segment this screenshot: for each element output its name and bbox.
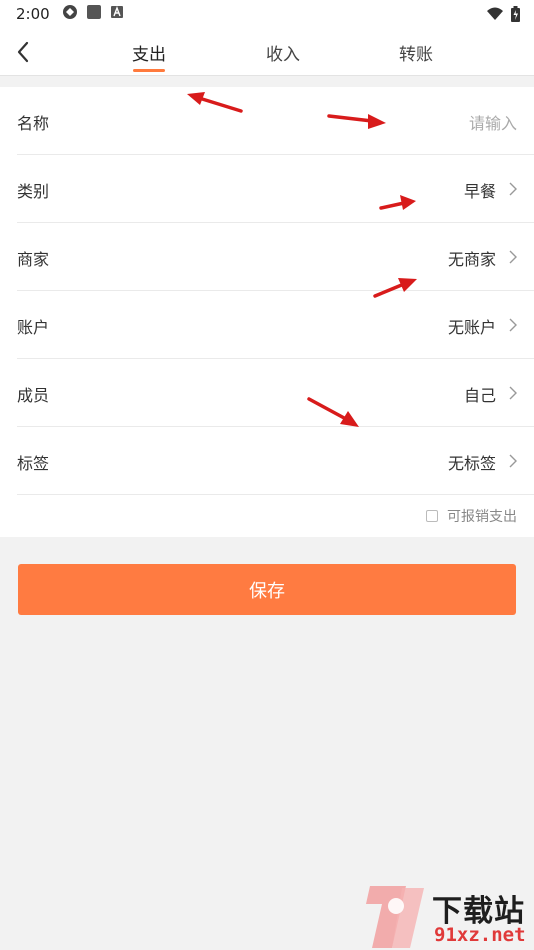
stop-square-icon (86, 4, 102, 24)
merchant-row[interactable]: 商家 无商家 (17, 223, 534, 291)
annotation-arrow-icon (307, 397, 359, 427)
annotation-arrow-icon (187, 92, 243, 113)
save-button[interactable]: 保存 (18, 564, 516, 615)
annotation-arrow-icon (379, 195, 416, 210)
category-row[interactable]: 类别 早餐 (17, 155, 534, 223)
battery-icon (511, 6, 520, 26)
name-input[interactable]: 请输入 (469, 110, 517, 134)
active-tab-indicator (133, 69, 165, 72)
chevron-right-icon (509, 386, 517, 400)
status-time: 2:00 (16, 5, 50, 23)
site-watermark: 下载站 91xz.net (362, 884, 534, 950)
tab-income[interactable]: 收入 (248, 40, 318, 65)
wifi-icon (487, 7, 503, 25)
name-label: 名称 (17, 114, 50, 133)
tab-transfer[interactable]: 转账 (381, 40, 451, 65)
chevron-right-icon (509, 182, 517, 196)
category-value: 早餐 (463, 182, 496, 201)
member-label: 成员 (17, 386, 50, 405)
tag-value: 无标签 (447, 454, 496, 473)
tab-transfer-label: 转账 (399, 45, 433, 65)
reimbursable-label: 可报销支出 (447, 509, 517, 525)
tag-row[interactable]: 标签 无标签 (17, 427, 534, 495)
tab-expense[interactable]: 支出 (114, 40, 184, 72)
name-row[interactable]: 名称 请输入 (17, 87, 534, 155)
merchant-value: 无商家 (447, 250, 496, 269)
chevron-right-icon (509, 250, 517, 264)
watermark-logo-icon (366, 886, 424, 948)
chevron-left-icon (17, 41, 29, 63)
reimbursable-toggle[interactable]: 可报销支出 (426, 506, 517, 526)
account-value: 无账户 (447, 318, 496, 337)
a-badge-icon (110, 5, 124, 23)
tab-expense-label: 支出 (132, 45, 166, 65)
tag-label: 标签 (17, 454, 50, 473)
tab-bar: 支出 收入 转账 (0, 28, 534, 76)
account-row[interactable]: 账户 无账户 (17, 291, 534, 359)
account-label: 账户 (17, 318, 50, 337)
back-button[interactable] (10, 38, 38, 66)
tab-income-label: 收入 (266, 45, 300, 65)
member-row[interactable]: 成员 自己 (17, 359, 534, 427)
reimbursable-checkbox[interactable] (426, 510, 438, 522)
category-label: 类别 (17, 182, 50, 201)
chevron-right-icon (509, 454, 517, 468)
annotation-arrow-icon (327, 114, 386, 129)
sync-icon (62, 4, 78, 24)
member-value: 自己 (463, 386, 496, 405)
expense-form: 名称 请输入 类别 早餐 商家 无商家 账户 无账户 成员 自己 标签 无标签 … (0, 87, 534, 537)
status-bar: 2:00 (0, 0, 534, 28)
watermark-url: 91xz.net (434, 924, 526, 946)
chevron-right-icon (509, 318, 517, 332)
merchant-label: 商家 (17, 250, 50, 269)
annotation-arrow-icon (373, 278, 417, 298)
